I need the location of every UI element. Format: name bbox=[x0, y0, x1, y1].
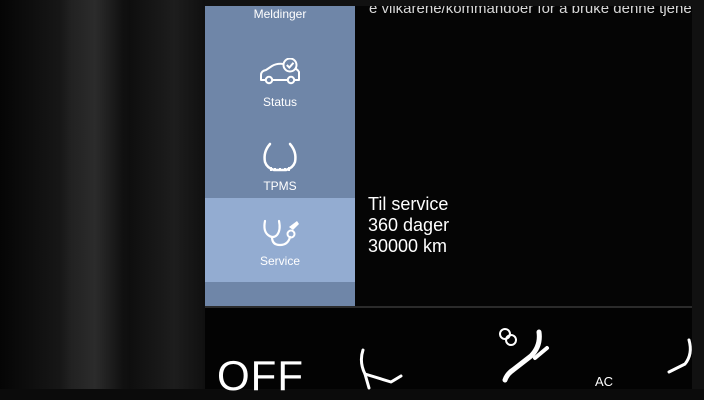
main-content: e vilkårene/kommandoer for å bruke denne… bbox=[355, 6, 692, 306]
seat-heat-icon[interactable] bbox=[495, 324, 555, 389]
service-line-km: 30000 km bbox=[368, 236, 448, 256]
climate-bar: OFF AC bbox=[205, 308, 695, 399]
service-info: Til service 360 dager 30000 km bbox=[368, 194, 449, 257]
sidebar: Meldinger Status TPMS Service bbox=[205, 6, 355, 306]
sidebar-item-tpms[interactable]: TPMS bbox=[205, 123, 355, 207]
sidebar-item-label: Status bbox=[262, 95, 298, 109]
screen-bezel-right bbox=[692, 0, 704, 389]
bezel-glare bbox=[60, 0, 130, 389]
sidebar-item-label: TPMS bbox=[263, 179, 297, 193]
sidebar-item-label: Service bbox=[259, 254, 300, 268]
ac-button[interactable]: AC bbox=[595, 374, 613, 389]
sidebar-item-service[interactable]: Service bbox=[205, 198, 355, 282]
seat-ventilation-icon[interactable] bbox=[665, 336, 695, 385]
tire-pressure-icon bbox=[257, 137, 303, 177]
service-line-title: Til service bbox=[368, 194, 449, 214]
sidebar-item-label: Meldinger bbox=[253, 7, 307, 21]
seat-icon[interactable] bbox=[355, 346, 405, 395]
sidebar-item-meldinger[interactable]: Meldinger bbox=[205, 6, 355, 35]
car-check-icon bbox=[257, 53, 303, 93]
terms-text: e vilkårene/kommandoer for å bruke denne… bbox=[369, 6, 692, 17]
climate-off-button[interactable]: OFF bbox=[217, 352, 304, 400]
service-wrench-icon bbox=[257, 212, 303, 252]
sidebar-item-status[interactable]: Status bbox=[205, 39, 355, 123]
service-line-days: 360 dager bbox=[368, 215, 450, 235]
infotainment-screen: Meldinger Status TPMS Service e vilkåren… bbox=[205, 6, 692, 306]
